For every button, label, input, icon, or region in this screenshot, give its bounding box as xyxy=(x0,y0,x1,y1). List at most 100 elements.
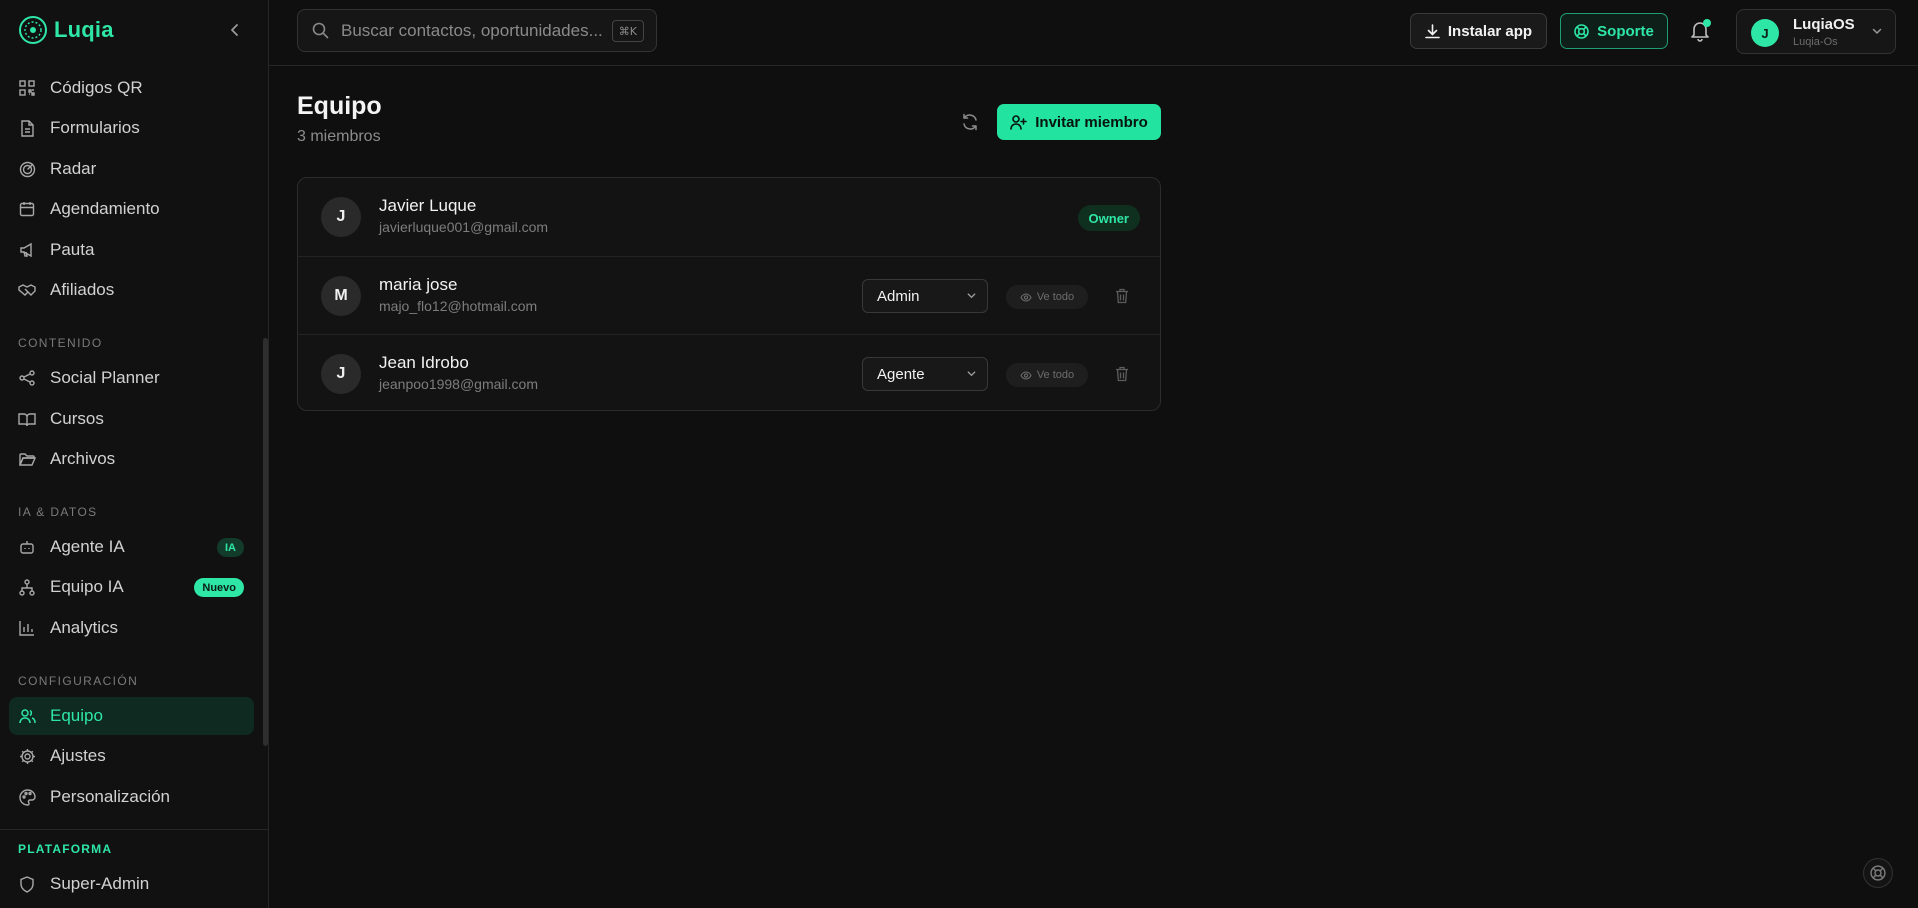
trash-icon xyxy=(1115,366,1129,382)
section-label-configuracion: CONFIGURACIÓN xyxy=(18,674,139,688)
chevron-down-icon xyxy=(966,368,977,379)
notification-dot xyxy=(1703,19,1711,27)
sidebar-item-label: Analytics xyxy=(50,618,119,637)
sidebar-item-codigos-qr[interactable]: Códigos QR xyxy=(9,69,254,107)
document-icon xyxy=(18,119,36,137)
search-shortcut: ⌘K xyxy=(611,20,644,42)
help-button[interactable] xyxy=(1863,858,1893,888)
delete-member-button[interactable] xyxy=(1113,287,1131,305)
install-app-button[interactable]: Instalar app xyxy=(1410,13,1547,49)
book-icon xyxy=(18,410,36,428)
sidebar-item-label: Cursos xyxy=(50,409,104,428)
sidebar-item-social-planner[interactable]: Social Planner xyxy=(9,359,254,397)
sidebar-divider xyxy=(0,829,269,830)
refresh-button[interactable] xyxy=(958,110,982,134)
sidebar-scrollbar-thumb[interactable] xyxy=(263,338,268,746)
luqia-logo-icon xyxy=(18,15,48,45)
member-email: majo_flo12@hotmail.com xyxy=(379,298,538,314)
support-label: Soporte xyxy=(1597,22,1654,40)
member-avatar: M xyxy=(321,276,361,316)
member-avatar: J xyxy=(321,354,361,394)
member-row: J Javier Luque javierluque001@gmail.com … xyxy=(298,178,1160,256)
sidebar-item-label: Afiliados xyxy=(50,280,115,299)
sidebar-item-super-admin[interactable]: Super-Admin xyxy=(9,865,254,903)
search-box[interactable]: ⌘K xyxy=(297,9,657,52)
sidebar-item-equipo-ia[interactable]: Equipo IA Nuevo xyxy=(9,568,254,606)
sidebar-item-label: Radar xyxy=(50,159,97,178)
sidebar-item-label: Equipo xyxy=(50,706,103,725)
section-label-contenido: CONTENIDO xyxy=(18,336,103,350)
sidebar-item-cursos[interactable]: Cursos xyxy=(9,400,254,438)
sidebar-item-label: Agente IA xyxy=(50,537,125,556)
account-workspace: Luqia-Os xyxy=(1793,36,1838,48)
avatar: J xyxy=(1751,19,1779,47)
folder-icon xyxy=(18,450,36,468)
user-plus-icon xyxy=(1010,114,1028,130)
member-email: javierluque001@gmail.com xyxy=(379,219,549,235)
search-input[interactable] xyxy=(341,20,606,41)
topbar: ⌘K Instalar app Soporte J LuqiaOS Luqia-… xyxy=(269,0,1918,66)
search-icon xyxy=(312,22,329,39)
radar-icon xyxy=(18,160,36,178)
sidebar-item-label: Social Planner xyxy=(50,368,160,387)
qr-code-icon xyxy=(18,79,36,97)
lifebuoy-icon xyxy=(1870,865,1886,881)
network-icon xyxy=(18,578,36,596)
member-row: M maria jose majo_flo12@hotmail.com Admi… xyxy=(298,256,1160,334)
download-icon xyxy=(1425,23,1440,39)
role-select[interactable]: Admin xyxy=(862,279,988,313)
sidebar-item-label: Equipo IA xyxy=(50,577,124,596)
visibility-label: Ve todo xyxy=(1036,369,1075,381)
sidebar: Luqia Códigos QR Formularios Radar Agend… xyxy=(0,0,269,908)
sidebar-item-label: Ajustes xyxy=(50,746,106,765)
invite-member-button[interactable]: Invitar miembro xyxy=(997,104,1161,140)
role-select-value: Admin xyxy=(877,287,920,305)
role-select[interactable]: Agente xyxy=(862,357,988,391)
member-row: J Jean Idrobo jeanpoo1998@gmail.com Agen… xyxy=(298,334,1160,410)
brand-logo[interactable]: Luqia xyxy=(18,14,114,46)
eye-icon xyxy=(1020,292,1032,302)
sidebar-item-label: Pauta xyxy=(50,240,95,259)
sidebar-item-label: Super-Admin xyxy=(50,874,150,893)
install-app-label: Instalar app xyxy=(1447,22,1533,40)
gear-icon xyxy=(18,747,36,765)
support-button[interactable]: Soporte xyxy=(1560,13,1668,49)
sidebar-item-archivos[interactable]: Archivos xyxy=(9,440,254,478)
chevron-down-icon xyxy=(966,290,977,301)
sidebar-item-pauta[interactable]: Pauta xyxy=(9,231,254,269)
sidebar-item-equipo[interactable]: Equipo xyxy=(9,697,254,735)
account-menu[interactable]: J LuqiaOS Luqia-Os xyxy=(1736,9,1896,54)
notifications-button[interactable] xyxy=(1687,18,1713,44)
page-title: Equipo xyxy=(297,92,382,120)
collapse-sidebar-button[interactable] xyxy=(224,19,246,41)
visibility-toggle[interactable]: Ve todo xyxy=(1006,285,1088,309)
section-label-plataforma: PLATAFORMA xyxy=(18,842,113,856)
members-list: J Javier Luque javierluque001@gmail.com … xyxy=(297,177,1161,411)
sidebar-item-personalizacion[interactable]: Personalización xyxy=(9,778,254,816)
sidebar-item-ajustes[interactable]: Ajustes xyxy=(9,737,254,775)
member-email: jeanpoo1998@gmail.com xyxy=(379,376,538,392)
bar-chart-icon xyxy=(18,619,36,637)
handshake-icon xyxy=(18,281,36,299)
delete-member-button[interactable] xyxy=(1113,365,1131,383)
sidebar-item-agente-ia[interactable]: Agente IA IA xyxy=(9,528,254,566)
eye-icon xyxy=(1020,370,1032,380)
account-name: LuqiaOS xyxy=(1793,16,1855,33)
sidebar-item-analytics[interactable]: Analytics xyxy=(9,609,254,647)
sidebar-item-label: Agendamiento xyxy=(50,199,160,218)
sidebar-item-label: Archivos xyxy=(50,449,116,468)
sidebar-item-label: Personalización xyxy=(50,787,171,806)
sidebar-item-label: Formularios xyxy=(50,118,140,137)
trash-icon xyxy=(1115,288,1129,304)
visibility-toggle[interactable]: Ve todo xyxy=(1006,363,1088,387)
visibility-label: Ve todo xyxy=(1036,291,1075,303)
palette-icon xyxy=(18,788,36,806)
sidebar-item-formularios[interactable]: Formularios xyxy=(9,109,254,147)
share-icon xyxy=(18,369,36,387)
bot-icon xyxy=(18,538,36,556)
sidebar-item-agendamiento[interactable]: Agendamiento xyxy=(9,190,254,228)
chevron-left-icon xyxy=(229,23,241,37)
sidebar-item-radar[interactable]: Radar xyxy=(9,150,254,188)
sidebar-item-afiliados[interactable]: Afiliados xyxy=(9,271,254,309)
sidebar-item-label: Códigos QR xyxy=(50,78,143,97)
